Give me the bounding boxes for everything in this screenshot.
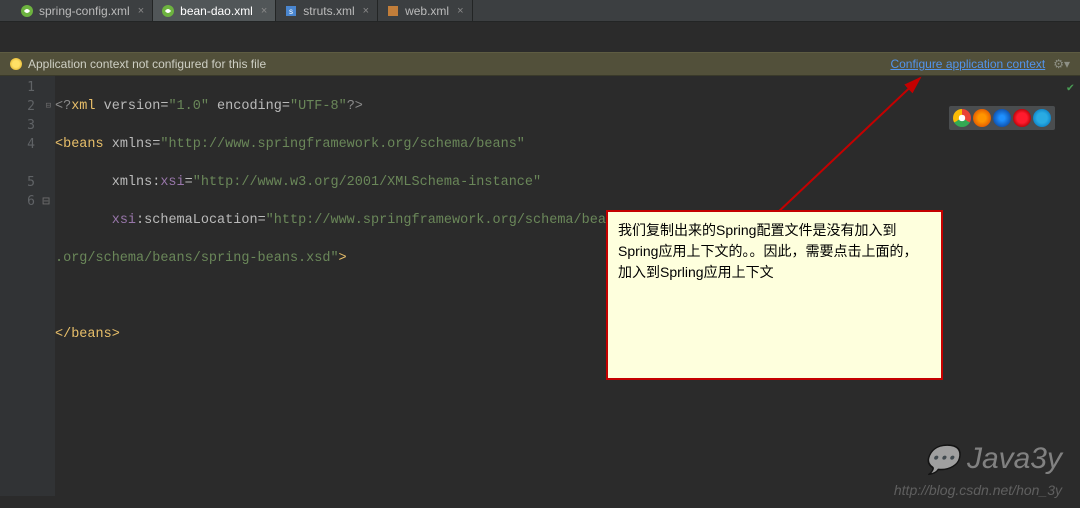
spring-icon <box>20 4 34 18</box>
spring-icon <box>161 4 175 18</box>
gutter: 1 2 3 4 5 6 ⊟ ⊟ <box>0 76 55 496</box>
fold-icon[interactable]: ⊟ <box>46 97 51 116</box>
close-icon[interactable]: × <box>457 5 463 17</box>
line-number: 5 <box>0 173 35 192</box>
ie-icon[interactable] <box>1033 109 1051 127</box>
tab-web-xml[interactable]: web.xml × <box>378 0 472 21</box>
close-icon[interactable]: × <box>261 5 267 17</box>
chrome-icon[interactable] <box>953 109 971 127</box>
tab-label: spring-config.xml <box>39 4 130 18</box>
callout-text: 我们复制出来的Spring配置文件是没有加入到Spring应用上下文的。。因此，… <box>618 222 917 280</box>
firefox-icon[interactable] <box>973 109 991 127</box>
close-icon[interactable]: × <box>363 5 369 17</box>
lightbulb-icon <box>10 58 22 70</box>
gear-icon[interactable]: ⚙▾ <box>1053 57 1070 71</box>
annotation-callout: 我们复制出来的Spring配置文件是没有加入到Spring应用上下文的。。因此，… <box>606 210 943 380</box>
tab-label: struts.xml <box>303 4 354 18</box>
tab-label: web.xml <box>405 4 449 18</box>
configure-context-link[interactable]: Configure application context <box>890 57 1045 71</box>
line-number: 4 <box>0 135 35 154</box>
line-number: 6 <box>0 192 35 211</box>
line-number: 2 <box>0 97 35 116</box>
line-number <box>0 154 35 173</box>
browser-preview-icons <box>949 106 1055 130</box>
svg-text:s: s <box>289 7 293 16</box>
close-icon[interactable]: × <box>138 5 144 17</box>
tab-struts[interactable]: s struts.xml × <box>276 0 378 21</box>
line-number: 3 <box>0 116 35 135</box>
fold-end-icon[interactable]: ⊟ <box>42 192 50 211</box>
tab-label: bean-dao.xml <box>180 4 253 18</box>
notification-banner: Application context not configured for t… <box>0 52 1080 76</box>
opera-icon[interactable] <box>1013 109 1031 127</box>
struts-icon: s <box>284 4 298 18</box>
xml-icon <box>386 4 400 18</box>
editor-tabs: spring-config.xml × bean-dao.xml × s str… <box>0 0 1080 22</box>
banner-message: Application context not configured for t… <box>28 57 266 71</box>
safari-icon[interactable] <box>993 109 1011 127</box>
status-ok-icon: ✔ <box>1067 79 1074 98</box>
tab-bean-dao[interactable]: bean-dao.xml × <box>153 0 276 21</box>
line-number: 1 <box>0 78 35 97</box>
tab-spring-config[interactable]: spring-config.xml × <box>12 0 153 21</box>
spacer <box>0 22 1080 52</box>
